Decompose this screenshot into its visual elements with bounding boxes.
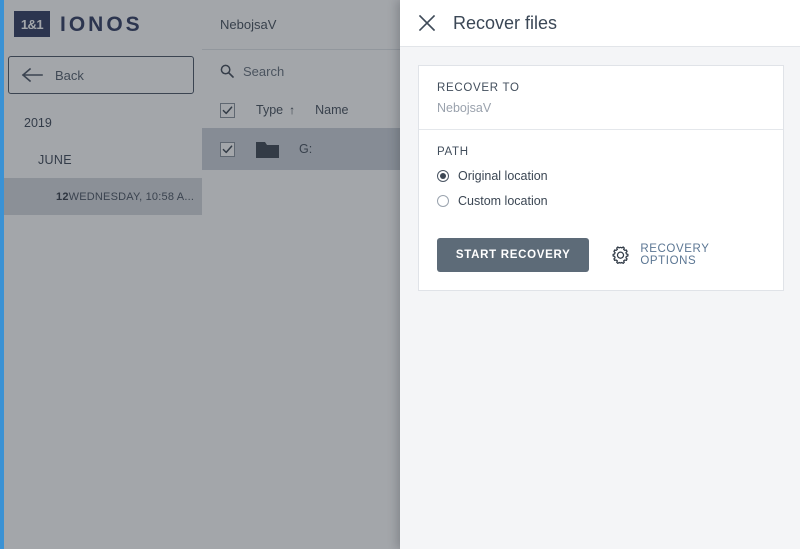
app-window: 1&1 IONOS Back 2019 JUNE 12 WEDNESDAY, 1… [0,0,800,549]
radio-original-location-label: Original location [458,169,548,183]
modal-dim-overlay[interactable] [0,0,400,549]
radio-custom-location-indicator[interactable] [437,195,449,207]
start-recovery-button[interactable]: START RECOVERY [437,238,590,272]
card-actions: START RECOVERY RECOVERY OPTIONS [419,222,783,290]
path-label: PATH [437,146,469,158]
recovery-options-label: RECOVERY OPTIONS [640,243,710,267]
gear-icon [612,245,629,264]
recover-to-label: RECOVER TO [437,82,520,94]
close-icon[interactable] [417,13,437,33]
radio-original-location[interactable]: Original location [437,169,765,183]
recover-to-value: NebojsaV [437,101,492,115]
recover-files-panel: Recover files RECOVER TO NebojsaV PATH O… [400,0,800,549]
radio-custom-location[interactable]: Custom location [437,194,765,208]
radio-original-location-indicator[interactable] [437,170,449,182]
radio-custom-location-label: Custom location [458,194,548,208]
path-section: PATH Original location Custom location [419,129,783,222]
page-title: Recover files [453,12,558,33]
recover-to-section: RECOVER TO NebojsaV [419,66,783,129]
panel-header: Recover files [400,0,800,47]
recovery-options-link[interactable]: RECOVERY OPTIONS [611,243,765,267]
recover-settings-card: RECOVER TO NebojsaV PATH Original locati… [418,65,784,291]
accent-stripe [0,0,4,549]
